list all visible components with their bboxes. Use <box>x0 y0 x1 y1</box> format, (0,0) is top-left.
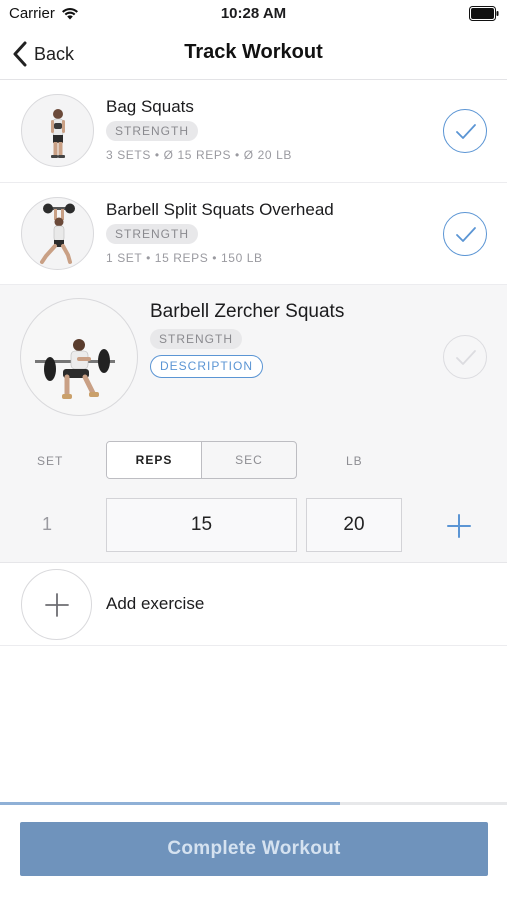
exercise-thumbnail <box>21 94 94 167</box>
reps-input[interactable]: 15 <box>106 498 297 552</box>
category-tag: STRENGTH <box>106 224 198 244</box>
page-title: Track Workout <box>184 41 323 63</box>
navigation-bar: Back Track Workout <box>0 28 507 80</box>
set-number: 1 <box>42 514 53 534</box>
complete-exercise-toggle[interactable] <box>443 109 487 153</box>
set-column-label: SET <box>37 454 64 468</box>
reps-segment[interactable]: REPS <box>107 442 202 478</box>
exercise-thumbnail <box>21 197 94 270</box>
plus-icon <box>45 593 69 617</box>
add-set-icon[interactable] <box>446 513 472 539</box>
unit-toggle: REPS SEC <box>106 441 297 479</box>
exercise-summary: 1 SET • 15 REPS • 150 LB <box>106 251 263 265</box>
athlete-figure-image <box>40 203 75 264</box>
complete-workout-button[interactable]: Complete Workout <box>20 822 488 876</box>
weight-input[interactable]: 20 <box>306 498 402 552</box>
sec-segment[interactable]: SEC <box>202 442 296 478</box>
workout-progress-fill <box>0 802 340 805</box>
exercise-summary: 3 SETS • Ø 15 REPS • Ø 20 LB <box>106 148 292 162</box>
status-bar: Carrier 10:28 AM <box>0 0 507 28</box>
category-tag: STRENGTH <box>150 329 242 349</box>
add-exercise-button[interactable]: Add exercise <box>0 563 507 646</box>
category-tag: STRENGTH <box>106 121 198 141</box>
athlete-figure-image <box>35 339 115 399</box>
checkmark-icon <box>456 124 476 139</box>
exercise-name: Barbell Split Squats Overhead <box>106 200 334 219</box>
workout-progress-bar <box>0 802 507 805</box>
complete-exercise-toggle[interactable] <box>443 212 487 256</box>
checkmark-icon <box>456 227 476 242</box>
add-exercise-label: Add exercise <box>106 594 205 613</box>
weight-column-label: LB <box>346 454 363 468</box>
complete-exercise-toggle[interactable] <box>443 335 487 379</box>
checkmark-icon <box>456 350 476 365</box>
battery-icon <box>469 6 499 21</box>
active-exercise-panel: Barbell Zercher Squats STRENGTH DESCRIPT… <box>0 285 507 563</box>
exercise-name: Barbell Zercher Squats <box>150 301 345 322</box>
athlete-figure-image <box>51 109 65 158</box>
exercise-row[interactable]: Barbell Split Squats Overhead STRENGTH 1… <box>0 183 507 285</box>
status-time: 10:28 AM <box>220 5 287 22</box>
description-button[interactable]: DESCRIPTION <box>150 355 264 378</box>
exercise-name: Bag Squats <box>106 97 194 116</box>
exercise-row[interactable]: Bag Squats STRENGTH 3 SETS • Ø 15 REPS •… <box>0 80 507 183</box>
exercise-thumbnail <box>20 298 138 416</box>
add-exercise-circle <box>21 569 92 640</box>
